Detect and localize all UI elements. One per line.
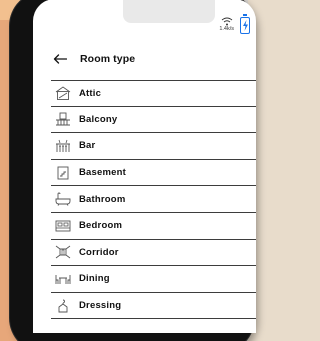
bedroom-icon [55, 220, 71, 232]
corridor-icon [55, 245, 71, 259]
room-type-label: Bar [79, 140, 96, 152]
bolt-icon [242, 20, 248, 31]
room-type-item-dining[interactable]: Dining [51, 266, 256, 293]
phone-frame: 1.4k/s Room type Attic Balcony Bar Basem… [10, 0, 256, 341]
room-type-label: Attic [79, 87, 102, 99]
room-type-item-bedroom[interactable]: Bedroom [51, 213, 256, 240]
room-type-item-balcony[interactable]: Balcony [51, 107, 256, 134]
room-type-label: Dressing [79, 300, 122, 312]
bar-icon [56, 139, 70, 152]
room-type-label: Basement [79, 167, 127, 179]
room-type-label: Dining [79, 273, 110, 285]
page-header: Room type [51, 49, 251, 69]
basement-icon [57, 166, 69, 180]
room-type-label: Balcony [79, 113, 118, 125]
bathroom-icon [55, 192, 71, 206]
wifi-indicator: 1.4k/s [219, 17, 234, 33]
phone-screen: 1.4k/s Room type Attic Balcony Bar Basem… [33, 0, 256, 333]
dressing-icon [58, 299, 68, 312]
attic-icon [55, 86, 71, 101]
room-type-item-basement[interactable]: Basement [51, 160, 256, 187]
balcony-icon [56, 112, 70, 126]
room-type-label: Bathroom [79, 193, 126, 205]
room-type-list: Attic Balcony Bar Basement Bathroom Bedr… [51, 80, 256, 320]
phone-notch [123, 0, 215, 23]
room-type-item-bathroom[interactable]: Bathroom [51, 186, 256, 213]
battery-charging-icon [240, 14, 250, 34]
network-speed: 1.4k/s [219, 26, 234, 32]
status-bar: 1.4k/s [219, 14, 250, 34]
room-type-label: Bedroom [79, 220, 123, 232]
room-type-item-bar[interactable]: Bar [51, 133, 256, 160]
back-button[interactable] [51, 52, 69, 66]
page-title: Room type [80, 53, 136, 65]
room-type-item-dressing[interactable]: Dressing [51, 293, 256, 320]
wifi-icon [221, 17, 232, 26]
room-type-item-attic[interactable]: Attic [51, 80, 256, 107]
room-type-item-corridor[interactable]: Corridor [51, 240, 256, 267]
room-type-label: Corridor [79, 246, 119, 258]
arrow-left-icon [53, 54, 67, 64]
dining-icon [55, 274, 71, 284]
